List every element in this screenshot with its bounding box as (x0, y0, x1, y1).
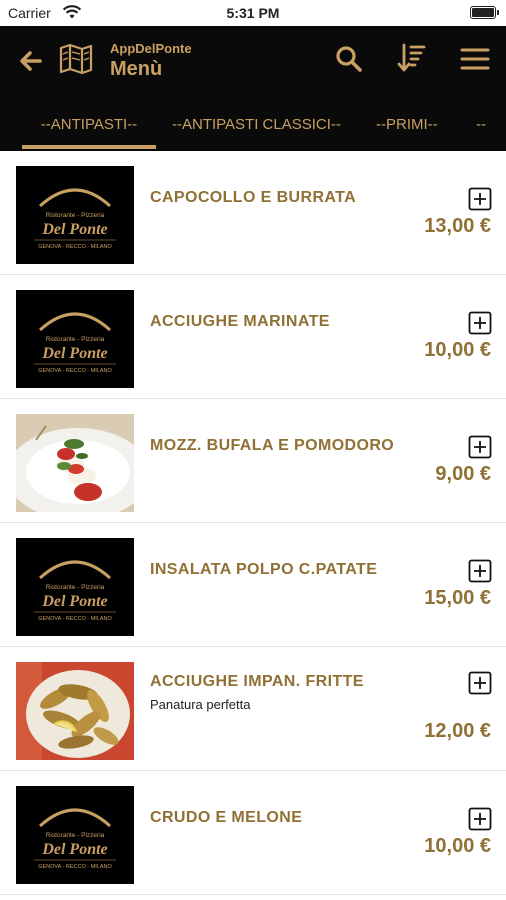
item-image: Ristorante - Pizzeria Del Ponte GENOVA -… (16, 538, 134, 636)
item-price: 12,00 € (424, 720, 491, 742)
logo-name: Del Ponte (41, 841, 107, 858)
item-price: 9,00 € (435, 463, 491, 485)
category-tabs: --ANTIPASTI-- --ANTIPASTI CLASSICI-- --P… (0, 110, 506, 151)
tab-selection-indicator (22, 145, 156, 149)
item-name: ACCIUGHE IMPAN. FRITTE (150, 673, 364, 690)
add-to-cart-icon[interactable] (468, 807, 492, 831)
caprese-photo (16, 414, 134, 512)
logo-cities: GENOVA - RECCO - MILANO (38, 616, 112, 622)
logo-tagline: Ristorante - Pizzeria (46, 212, 105, 219)
status-bar: Carrier 5:31 PM (0, 0, 506, 26)
item-name: CAPOCOLLO E BURRATA (150, 189, 357, 206)
restaurant-logo: Ristorante - Pizzeria Del Ponte GENOVA -… (16, 290, 134, 388)
fried-anchovies-photo (16, 662, 134, 760)
add-to-cart-icon[interactable] (468, 435, 492, 459)
app-name: AppDelPonte (110, 41, 192, 56)
restaurant-logo: Ristorante - Pizzeria Del Ponte GENOVA -… (16, 538, 134, 636)
tab-primi[interactable]: --PRIMI-- (376, 116, 438, 133)
logo-tagline: Ristorante - Pizzeria (46, 584, 105, 591)
tab-next[interactable]: -- (476, 116, 486, 133)
page-title: Menù (110, 58, 163, 80)
logo-name: Del Ponte (41, 221, 107, 238)
item-price: 13,00 € (424, 215, 491, 237)
logo-tagline: Ristorante - Pizzeria (46, 336, 105, 343)
menu-item[interactable]: Ristorante - Pizzeria Del Ponte GENOVA -… (0, 523, 506, 647)
back-arrow-icon[interactable] (16, 46, 46, 76)
item-name: CRUDO E MELONE (150, 809, 303, 826)
logo-name: Del Ponte (41, 345, 107, 362)
menu-item[interactable]: ACCIUGHE IMPAN. FRITTE Panatura perfetta… (0, 647, 506, 771)
logo-cities: GENOVA - RECCO - MILANO (38, 368, 112, 374)
item-image: Ristorante - Pizzeria Del Ponte GENOVA -… (16, 290, 134, 388)
logo-name: Del Ponte (41, 593, 107, 610)
add-to-cart-icon[interactable] (468, 559, 492, 583)
add-to-cart-icon[interactable] (468, 311, 492, 335)
item-price: 10,00 € (424, 339, 491, 361)
item-name: ACCIUGHE MARINATE (150, 313, 330, 330)
restaurant-logo: Ristorante - Pizzeria Del Ponte GENOVA -… (16, 166, 134, 264)
menu-item[interactable]: Ristorante - Pizzeria Del Ponte GENOVA -… (0, 275, 506, 399)
menu-item[interactable]: MOZZ. BUFALA E POMODORO 9,00 € (0, 399, 506, 523)
item-image: Ristorante - Pizzeria Del Ponte GENOVA -… (16, 786, 134, 884)
item-name: MOZZ. BUFALA E POMODORO (150, 437, 395, 454)
item-image (16, 414, 134, 512)
menu-item[interactable]: Ristorante - Pizzeria Del Ponte GENOVA -… (0, 771, 506, 895)
menu-item[interactable]: Ristorante - Pizzeria Del Ponte GENOVA -… (0, 151, 506, 275)
clock: 5:31 PM (226, 5, 280, 21)
search-icon[interactable] (334, 44, 364, 74)
logo-cities: GENOVA - RECCO - MILANO (38, 244, 112, 250)
nav-bar: AppDelPonte Menù --ANTIPASTI-- --ANTIPAS… (0, 26, 506, 151)
menu-icon[interactable] (459, 44, 491, 74)
logo-tagline: Ristorante - Pizzeria (46, 832, 105, 839)
logo-cities: GENOVA - RECCO - MILANO (38, 864, 112, 870)
battery-icon (470, 6, 499, 19)
item-price: 15,00 € (424, 587, 491, 609)
restaurant-logo: Ristorante - Pizzeria Del Ponte GENOVA -… (16, 786, 134, 884)
item-image: Ristorante - Pizzeria Del Ponte GENOVA -… (16, 166, 134, 264)
item-image (16, 662, 134, 760)
tab-antipasti-classici[interactable]: --ANTIPASTI CLASSICI-- (172, 116, 341, 133)
item-description: Panatura perfetta (150, 697, 251, 712)
map-icon[interactable] (58, 42, 94, 76)
add-to-cart-icon[interactable] (468, 671, 492, 695)
tab-antipasti[interactable]: --ANTIPASTI-- (22, 116, 156, 133)
item-price: 10,00 € (424, 835, 491, 857)
sort-icon[interactable] (396, 42, 426, 74)
add-to-cart-icon[interactable] (468, 187, 492, 211)
item-name: INSALATA POLPO C.PATATE (150, 561, 378, 578)
